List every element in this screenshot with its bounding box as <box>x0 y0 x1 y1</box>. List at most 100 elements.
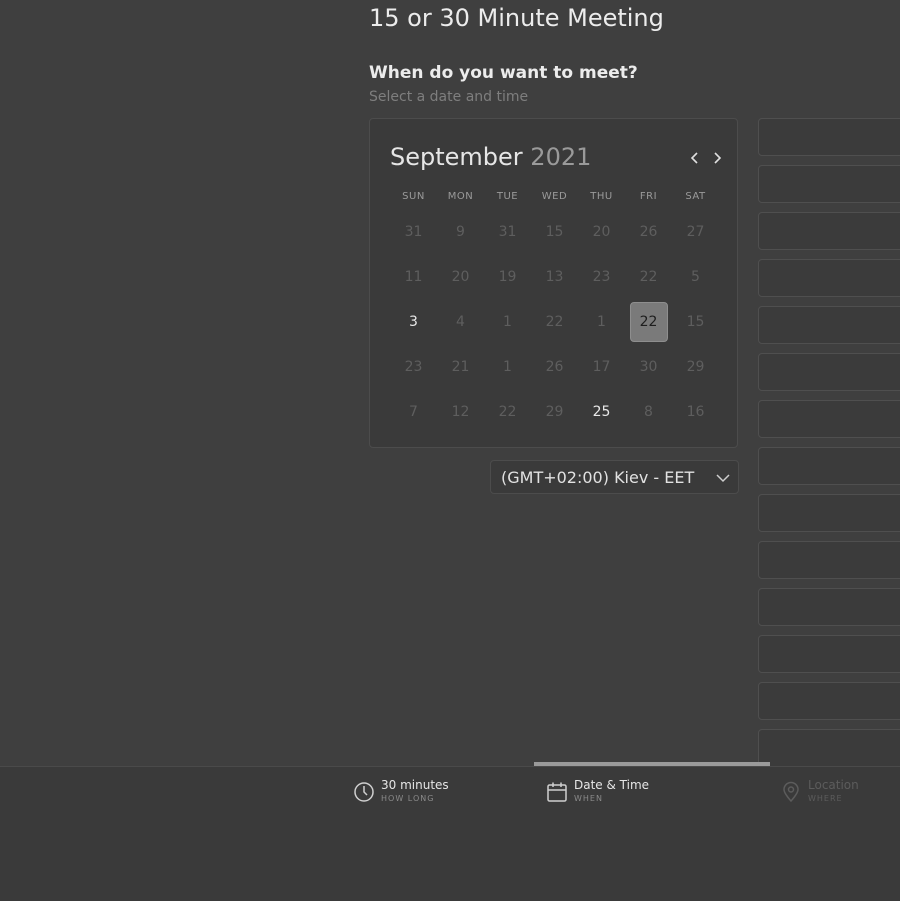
time-slot-button[interactable] <box>758 494 900 532</box>
calendar-day-number: 8 <box>644 403 653 420</box>
time-slot-list <box>758 118 900 776</box>
calendar-day-number: 29 <box>545 403 564 420</box>
time-slot-button[interactable] <box>758 541 900 579</box>
time-slot-button[interactable] <box>758 306 900 344</box>
time-slot-button[interactable] <box>758 118 900 156</box>
calendar-day-number: 15 <box>545 223 564 240</box>
calendar-day-number: 20 <box>451 268 470 285</box>
calendar-day: 15 <box>531 209 578 254</box>
calendar-year: 2021 <box>530 143 592 171</box>
page-title: 15 or 30 Minute Meeting <box>369 4 664 32</box>
time-slot-button[interactable] <box>758 635 900 673</box>
calendar-day: 23 <box>390 344 437 389</box>
time-slot-button[interactable] <box>758 259 900 297</box>
calendar-day-number: 26 <box>545 358 564 375</box>
calendar-day-number: 26 <box>639 223 658 240</box>
time-slot-button[interactable] <box>758 212 900 250</box>
calendar-month: September <box>390 143 523 171</box>
clock-icon <box>354 782 374 802</box>
calendar-day: 19 <box>484 254 531 299</box>
time-slot-button[interactable] <box>758 165 900 203</box>
calendar-day-number: 1 <box>503 358 512 375</box>
next-month-button[interactable] <box>708 147 726 169</box>
weekday-label: WED <box>541 191 568 202</box>
step-date-time-label: Date & Time <box>574 778 650 792</box>
calendar-day: 26 <box>625 209 672 254</box>
calendar-day-number: 22 <box>629 301 668 342</box>
calendar-day: 27 <box>672 209 719 254</box>
calendar-day-number: 5 <box>691 268 700 285</box>
calendar-day-number: 15 <box>686 313 705 330</box>
step-date-time[interactable]: Date & Time WHEN <box>546 778 649 805</box>
active-step-indicator <box>534 762 770 766</box>
calendar-day: 13 <box>531 254 578 299</box>
calendar-day: 9 <box>437 209 484 254</box>
step-date-time-caption: WHEN <box>574 794 603 803</box>
timezone-label: (GMT+02:00) Kiev - EET <box>501 467 695 487</box>
calendar-day: 1 <box>484 299 531 344</box>
calendar-month-year: September 2021 <box>390 143 591 171</box>
weekday-label: SAT <box>685 191 706 202</box>
calendar-day-number: 4 <box>456 313 465 330</box>
calendar-day-number: 20 <box>592 223 611 240</box>
calendar-day: 23 <box>578 254 625 299</box>
chevron-down-icon <box>716 474 730 483</box>
calendar: September 2021 SUN MON TUE WED THU FRI SAT 31 9… <box>369 118 738 448</box>
calendar-day-number: 22 <box>498 403 517 420</box>
chevron-right-icon <box>714 152 722 164</box>
prev-month-button[interactable] <box>686 147 704 169</box>
calendar-day: 16 <box>672 389 719 434</box>
time-slot-button[interactable] <box>758 729 900 767</box>
time-slot-button[interactable] <box>758 353 900 391</box>
select-date-hint: Select a date and time <box>369 89 529 105</box>
calendar-day: 21 <box>437 344 484 389</box>
when-question: When do you want to meet? <box>369 63 638 83</box>
chevron-left-icon <box>690 152 698 164</box>
calendar-icon <box>547 782 567 802</box>
calendar-day: 31 <box>484 209 531 254</box>
weekday-label: SUN <box>402 191 425 202</box>
calendar-day-number: 31 <box>404 223 423 240</box>
calendar-day-number: 22 <box>639 268 658 285</box>
calendar-day-number: 3 <box>409 313 418 330</box>
calendar-day: 30 <box>625 344 672 389</box>
calendar-day-number: 22 <box>545 313 564 330</box>
step-location-caption: WHERE <box>808 794 843 803</box>
calendar-day: 11 <box>390 254 437 299</box>
time-slot-button[interactable] <box>758 447 900 485</box>
weekday-label: THU <box>590 191 613 202</box>
calendar-day-selected[interactable]: 22 <box>625 299 672 344</box>
calendar-day[interactable]: 25 <box>578 389 625 434</box>
calendar-day-number: 12 <box>451 403 470 420</box>
calendar-day-number: 25 <box>592 403 611 420</box>
weekday-label: TUE <box>496 191 519 202</box>
step-duration-label: 30 minutes <box>381 778 449 792</box>
calendar-day: 29 <box>531 389 578 434</box>
calendar-day-number: 1 <box>503 313 512 330</box>
calendar-day: 15 <box>672 299 719 344</box>
step-location-label: Location <box>808 778 859 792</box>
calendar-day: 7 <box>390 389 437 434</box>
calendar-day: 31 <box>390 209 437 254</box>
timezone-select[interactable]: (GMT+02:00) Kiev - EET <box>490 460 739 494</box>
calendar-day: 20 <box>437 254 484 299</box>
calendar-day-number: 21 <box>451 358 470 375</box>
step-duration-caption: HOW LONG <box>381 794 435 803</box>
calendar-day-number: 1 <box>597 313 606 330</box>
calendar-day-number: 11 <box>404 268 423 285</box>
calendar-day-number: 29 <box>686 358 705 375</box>
time-slot-button[interactable] <box>758 400 900 438</box>
time-slot-button[interactable] <box>758 588 900 626</box>
calendar-day: 22 <box>625 254 672 299</box>
weekday-header: SUN MON TUE WED THU FRI SAT <box>390 191 719 202</box>
calendar-day-number: 16 <box>686 403 705 420</box>
step-duration[interactable]: 30 minutes HOW LONG <box>353 778 449 805</box>
calendar-day-number: 31 <box>498 223 517 240</box>
time-slot-button[interactable] <box>758 682 900 720</box>
calendar-day[interactable]: 3 <box>390 299 437 344</box>
calendar-day: 22 <box>531 299 578 344</box>
calendar-day: 20 <box>578 209 625 254</box>
calendar-day: 26 <box>531 344 578 389</box>
calendar-day-number: 27 <box>686 223 705 240</box>
step-location[interactable]: Location WHERE <box>780 778 859 805</box>
